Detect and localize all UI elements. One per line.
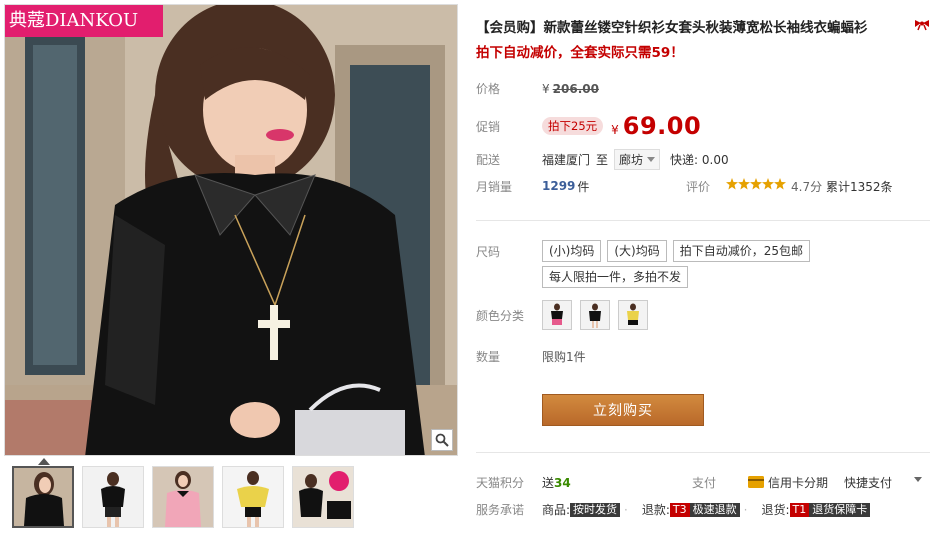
thumbnail-strip [12,466,354,528]
thumbnail-5[interactable] [292,466,354,528]
size-label: 尺码 [476,244,501,259]
size-row-2: 每人限拍一件，多拍不发 [542,266,694,288]
service-item-return[interactable]: 退货: T1 退货保障卡 [761,501,871,518]
color-label: 颜色分类 [476,308,525,323]
main-product-image[interactable]: 典蔻DIANKOU [4,4,458,456]
separator-dot: · [743,502,748,517]
points-number: 34 [554,475,571,490]
sales-label: 月销量 [476,179,513,194]
service-label: 服务承诺 [476,503,525,517]
service-prefix: 商品: [542,503,571,517]
section-divider [476,452,930,453]
credit-installment-link[interactable]: 信用卡分期 [748,474,828,491]
points-label: 天猫积分 [476,475,525,490]
service-tag: T3 [669,502,690,517]
sales-count: 1299 [542,179,576,193]
color-swatch-1[interactable] [542,300,572,330]
sales-row: 月销量 1299 件 评价 4.7分 累计1352条 [476,177,930,195]
zoom-button[interactable] [431,429,453,451]
quantity-limit: 限购1件 [542,350,586,364]
price-row: 价格 ¥206.00 [476,80,599,97]
thumbnail-2[interactable] [82,466,144,528]
shipping-fee: 快递: 0.00 [670,153,729,167]
size-row: 尺码 (小)均码 (大)均码 拍下自动减价，25包邮 [476,240,816,262]
original-price-value: 206.00 [552,81,599,96]
product-title[interactable]: 【会员购】新款蕾丝镂空针织衫女套头秋装薄宽松长袖线衣蝙蝠衫 [476,16,930,36]
promo-label: 促销 [476,119,501,134]
service-text: 按时发货 [570,502,621,517]
review-count-link[interactable]: 累计1352条 [826,178,893,195]
thumbnail-pointer [38,458,50,465]
buy-now-button[interactable]: 立刻购买 [542,394,704,426]
delivery-row: 配送 福建厦门 至 廊坊 快递: 0.00 [476,149,729,170]
color-swatch-2[interactable] [580,300,610,330]
ship-from: 福建厦门 [542,153,591,167]
chevron-down-icon[interactable] [914,477,922,482]
ship-to-word: 至 [596,153,609,167]
points-value: 送34 [542,474,571,491]
fast-pay-link[interactable]: 快捷支付 [844,474,892,491]
service-text: 退货保障卡 [809,502,871,517]
original-price: ¥206.00 [542,82,599,96]
swatch-image [581,301,609,329]
service-text: 极速退款 [689,502,740,517]
product-subtitle: 拍下自动减价，全套实际只需59！ [476,45,684,61]
size-option-small[interactable]: (小)均码 [542,240,602,262]
magnifier-icon [435,433,449,447]
chevron-down-icon [647,156,656,162]
bow-badge-icon [915,20,929,31]
currency-symbol: ¥ [611,123,619,137]
currency-symbol: ¥ [542,81,550,96]
price-label: 价格 [476,82,501,96]
promo-row: 促销 拍下25元 ¥69.00 [476,112,701,140]
promo-price-value: 69.00 [622,112,702,140]
thumbnail-image [14,468,72,526]
sales-unit: 件 [577,179,590,194]
brand-logo: 典蔻DIANKOU [5,5,163,37]
product-title-text: 【会员购】新款蕾丝镂空针织衫女套头秋装薄宽松长袖线衣蝙蝠衫 [476,20,868,36]
product-info-panel: 【会员购】新款蕾丝镂空针织衫女套头秋装薄宽松长袖线衣蝙蝠衫 拍下自动减价，全套实… [476,0,930,534]
section-divider [476,220,930,221]
rating-stars [726,178,786,190]
swatch-image [543,301,571,329]
thumbnail-image [83,467,143,527]
promo-price: ¥69.00 [611,112,701,140]
points-row: 天猫积分 送34 支付 信用卡分期 快捷支付 [476,474,930,490]
separator-dot: · [624,502,628,517]
size-option-limit[interactable]: 每人限拍一件，多拍不发 [542,266,689,288]
thumbnail-1[interactable] [12,466,74,528]
rating-label: 评价 [686,179,711,194]
payment-label: 支付 [692,475,717,490]
thumbnail-image [223,467,283,527]
credit-installment-text: 信用卡分期 [768,475,829,490]
ship-to-select[interactable]: 廊坊 [614,149,661,170]
service-prefix: 退货: [761,503,790,517]
swatch-image [619,301,647,329]
rating-score: 4.7分 [791,179,823,194]
service-prefix: 退款: [641,503,670,517]
promo-tag: 拍下25元 [542,117,604,135]
service-tag: T1 [789,502,810,517]
thumbnail-3[interactable] [152,466,214,528]
thumbnail-image [153,467,213,527]
thumbnail-image [293,467,353,527]
color-swatch-3[interactable] [618,300,648,330]
service-item-refund[interactable]: 退款: T3 极速退款 · [641,501,748,518]
size-option-discount[interactable]: 拍下自动减价，25包邮 [672,240,811,262]
delivery-label: 配送 [476,153,501,167]
points-prefix: 送 [542,475,555,490]
quantity-row: 数量 限购1件 [476,348,586,365]
quantity-label: 数量 [476,350,501,364]
ship-to-value: 廊坊 [619,153,644,167]
product-photo [5,5,457,455]
service-row: 服务承诺 商品: 按时发货 · 退款: T3 极速退款 · 退货: T1 退货保… [476,501,884,518]
star-icons [726,178,786,190]
size-option-large[interactable]: (大)均码 [607,240,667,262]
service-item-shipping[interactable]: 商品: 按时发货 · [542,501,628,518]
thumbnail-4[interactable] [222,466,284,528]
credit-card-icon [748,476,764,488]
color-row: 颜色分类 [476,300,656,330]
